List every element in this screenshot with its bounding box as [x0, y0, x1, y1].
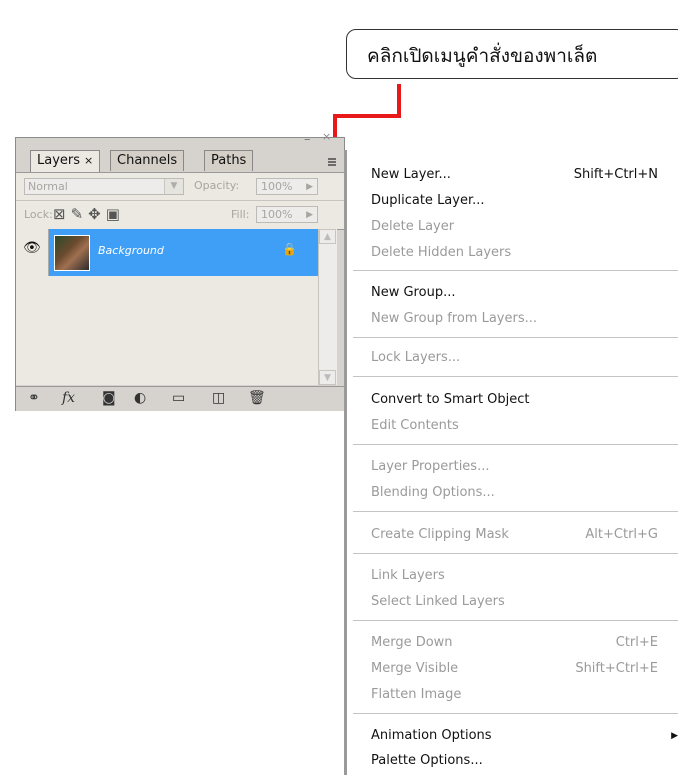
menu-item-layer-properties[interactable]: Layer Properties... — [371, 459, 489, 474]
menu-item-delete-layer[interactable]: Delete Layer — [371, 219, 454, 234]
menu-item-new-group[interactable]: New Group... — [371, 285, 455, 300]
menu-separator — [353, 376, 678, 377]
tab-layers[interactable]: Layers × — [30, 150, 101, 172]
tab-paths-label: Paths — [211, 153, 247, 168]
minimize-icon[interactable]: – — [304, 132, 311, 147]
eye-icon: 👁 — [23, 240, 41, 256]
menu-separator — [353, 337, 678, 338]
menu-item-flatten-image[interactable]: Flatten Image — [371, 687, 461, 702]
scroll-up-icon[interactable]: ▲ — [319, 229, 336, 244]
shortcut-merge-visible: Shift+Ctrl+E — [575, 661, 658, 676]
layer-name: Background — [98, 244, 164, 257]
fill-label: Fill: — [231, 208, 250, 221]
tab-layers-label: Layers — [37, 153, 81, 168]
adjustment-layer-icon[interactable]: ◐ — [134, 390, 146, 406]
menu-separator — [353, 553, 678, 554]
menu-item-blending-options[interactable]: Blending Options... — [371, 485, 495, 500]
opacity-value: 100% — [261, 180, 293, 193]
menu-item-create-clipping-mask[interactable]: Create Clipping Mask — [371, 527, 509, 542]
tab-paths[interactable]: Paths — [204, 150, 254, 171]
menu-item-palette-options[interactable]: Palette Options... — [371, 753, 483, 768]
menu-item-delete-hidden-layers[interactable]: Delete Hidden Layers — [371, 245, 511, 260]
tab-close-icon[interactable]: × — [84, 154, 93, 167]
menu-item-edit-contents[interactable]: Edit Contents — [371, 418, 459, 433]
menu-item-duplicate-layer[interactable]: Duplicate Layer... — [371, 193, 485, 208]
visibility-toggle[interactable]: 👁 — [16, 229, 49, 276]
menu-separator — [353, 713, 678, 714]
lock-icon: 🔒 — [282, 242, 297, 256]
menu-item-animation-options[interactable]: Animation Options — [371, 728, 492, 743]
link-layers-icon[interactable]: ⚭ — [28, 390, 40, 406]
fill-field[interactable]: 100% ▶ — [256, 206, 318, 223]
menu-item-convert-smart-object[interactable]: Convert to Smart Object — [371, 392, 530, 407]
blend-mode-select[interactable]: Normal ▼ — [24, 178, 184, 195]
menu-separator — [353, 620, 678, 621]
tab-channels-label: Channels — [117, 153, 178, 168]
layer-mask-icon[interactable]: ◙ — [102, 390, 116, 406]
menu-item-select-linked-layers[interactable]: Select Linked Layers — [371, 594, 505, 609]
menu-item-link-layers[interactable]: Link Layers — [371, 568, 445, 583]
shortcut-clipping-mask: Alt+Ctrl+G — [585, 527, 658, 542]
layers-list: 👁 Background 🔒 — [16, 229, 318, 385]
submenu-arrow-icon: ▶ — [671, 731, 678, 741]
fx-icon[interactable]: fx — [62, 390, 75, 406]
menu-separator — [353, 444, 678, 445]
menu-item-new-group-from-layers[interactable]: New Group from Layers... — [371, 311, 537, 326]
lock-options-icons[interactable]: ⊠✎✥▣ — [53, 205, 125, 223]
shortcut-new-layer: Shift+Ctrl+N — [573, 167, 658, 182]
opacity-label: Opacity: — [194, 179, 240, 192]
opacity-field[interactable]: 100% ▶ — [256, 178, 318, 195]
shortcut-merge-down: Ctrl+E — [615, 635, 658, 650]
new-layer-icon[interactable]: ◫ — [212, 390, 225, 406]
scroll-down-icon[interactable]: ▼ — [319, 370, 336, 385]
chevron-right-icon: ▶ — [306, 182, 313, 192]
lock-label: Lock: — [24, 208, 53, 221]
menu-separator — [353, 270, 678, 271]
layer-thumbnail — [54, 235, 90, 271]
new-group-icon[interactable]: ▭ — [172, 390, 185, 406]
palette-menu-icon[interactable] — [325, 155, 339, 169]
menu-item-merge-down[interactable]: Merge Down — [371, 635, 453, 650]
chevron-down-icon: ▼ — [164, 179, 183, 194]
layers-scrollbar[interactable]: ▲ ▼ — [318, 229, 337, 385]
menu-separator — [353, 511, 678, 512]
fill-value: 100% — [261, 208, 293, 221]
lock-fill-row: Lock: ⊠✎✥▣ Fill: 100% ▶ — [16, 200, 344, 230]
layers-palette: – × Layers × Channels Paths Normal ▼ Opac… — [15, 130, 345, 411]
palette-flyout-menu: New Layer... Shift+Ctrl+N Duplicate Laye… — [344, 150, 678, 775]
menu-item-lock-layers[interactable]: Lock Layers... — [371, 350, 460, 365]
tab-channels[interactable]: Channels — [110, 150, 185, 171]
layer-row[interactable]: 👁 Background 🔒 — [16, 229, 318, 276]
blend-mode-value: Normal — [28, 180, 68, 193]
palette-bottom-toolbar: ⚭ fx ◙ ◐ ▭ ◫ 🗑 — [16, 386, 344, 411]
chevron-right-icon: ▶ — [306, 210, 313, 220]
menu-item-new-layer[interactable]: New Layer... — [371, 167, 451, 182]
blend-opacity-row: Normal ▼ Opacity: 100% ▶ — [16, 172, 344, 201]
close-palette-icon[interactable]: × — [322, 130, 331, 143]
trash-icon[interactable]: 🗑 — [248, 390, 266, 406]
menu-item-merge-visible[interactable]: Merge Visible — [371, 661, 458, 676]
